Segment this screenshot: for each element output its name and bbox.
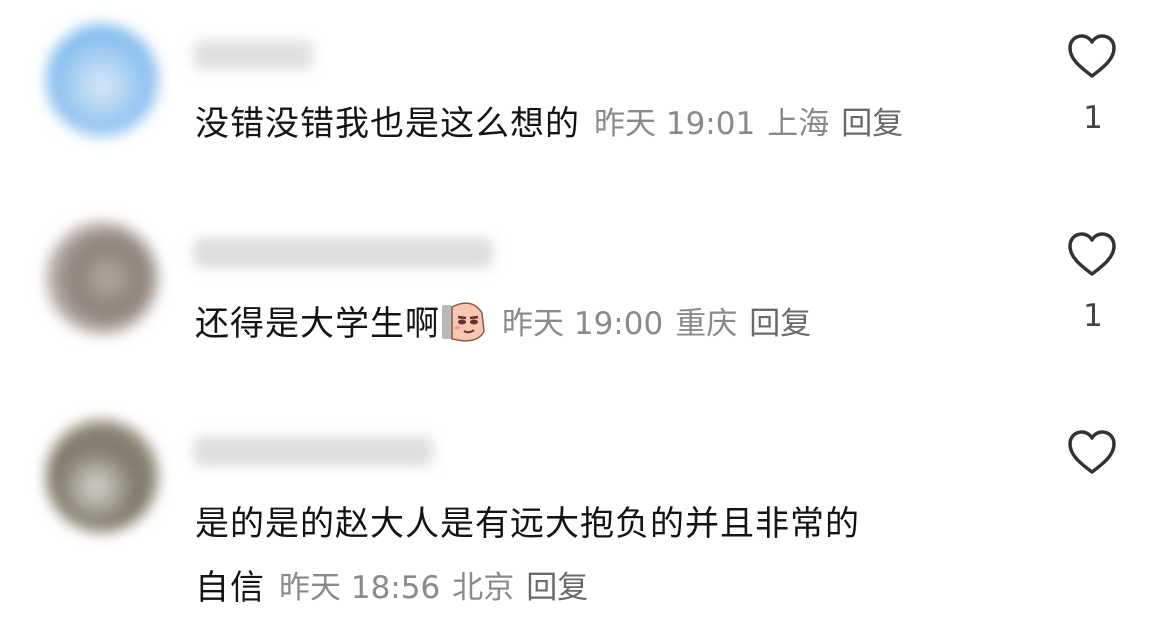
like-count: 1 [1083, 100, 1103, 136]
username[interactable] [193, 238, 493, 268]
heart-icon[interactable] [1066, 428, 1118, 476]
sly-face-sticker-icon [442, 301, 485, 342]
comment-time: 昨天 19:01 [594, 106, 756, 142]
comment-location: 重庆 [675, 306, 738, 342]
comment-item: 还得是大学生啊 昨天 19:00 重庆 回复 1 [0, 200, 1170, 400]
comment-body-line2: 自信 昨天 18:56 北京 回复 [195, 560, 588, 609]
comment-meta: 昨天 19:00 重庆 回复 [502, 298, 811, 343]
comment-item: 没错没错我也是这么想的 昨天 19:01 上海 回复 1 [0, 0, 1170, 200]
comment-body: 没错没错我也是这么想的 昨天 19:01 上海 回复 [195, 96, 903, 145]
username[interactable] [193, 40, 313, 70]
comment-body-line1: 是的是的赵大人是有远大抱负的并且非常的 [195, 496, 860, 545]
comment-location: 北京 [452, 570, 515, 606]
comment-text-continued: 自信 [195, 568, 265, 608]
heart-icon[interactable] [1066, 32, 1118, 80]
avatar[interactable] [46, 24, 158, 136]
like-count: 1 [1083, 298, 1103, 334]
avatar[interactable] [46, 420, 158, 532]
reply-button[interactable]: 回复 [841, 106, 903, 142]
reply-button[interactable]: 回复 [749, 306, 811, 342]
comment-text: 还得是大学生啊 [195, 304, 440, 344]
comment-time: 昨天 19:00 [502, 306, 664, 342]
avatar[interactable] [46, 222, 158, 334]
comment-meta: 昨天 19:01 上海 回复 [594, 98, 903, 143]
comment-text: 没错没错我也是这么想的 [195, 104, 580, 144]
comment-meta: 昨天 18:56 北京 回复 [279, 562, 588, 607]
comment-body: 还得是大学生啊 昨天 19:00 重庆 回复 [195, 296, 811, 345]
heart-icon[interactable] [1066, 230, 1118, 278]
username[interactable] [193, 436, 433, 466]
comment-text: 是的是的赵大人是有远大抱负的并且非常的 [195, 504, 860, 544]
comment-location: 上海 [767, 106, 830, 142]
comment-item: 是的是的赵大人是有远大抱负的并且非常的 自信 昨天 18:56 北京 回复 [0, 400, 1170, 633]
comment-time: 昨天 18:56 [279, 570, 441, 606]
reply-button[interactable]: 回复 [526, 570, 588, 606]
